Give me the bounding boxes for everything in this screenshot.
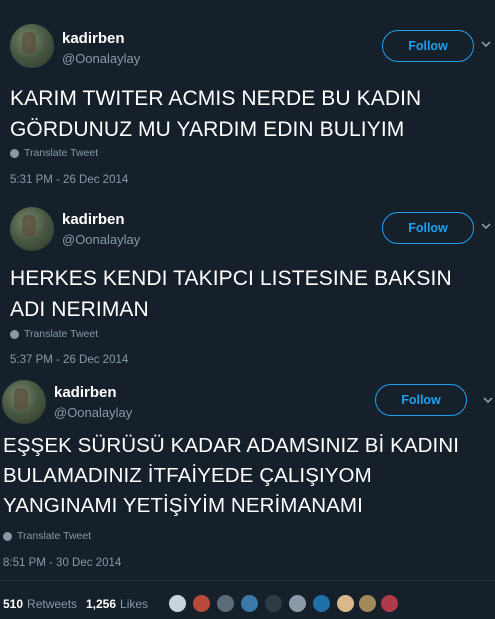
tweet-text-line: BULAMADINIZ İTFAİYEDE ÇALIŞIYOM [3, 464, 372, 487]
tweet-3: kadirben @Oonalaylay Follow EŞŞEK SÜRÜSÜ… [0, 0, 495, 580]
retweets-stat[interactable]: 510 Retweets [3, 597, 77, 611]
liker-avatar[interactable] [168, 594, 187, 613]
tweet-timestamp[interactable]: 8:51 PM - 30 Dec 2014 [3, 557, 121, 569]
avatar[interactable] [2, 380, 46, 424]
follow-button[interactable]: Follow [375, 384, 467, 416]
display-name[interactable]: kadirben [54, 384, 117, 401]
liker-avatar[interactable] [358, 594, 377, 613]
tweet-text-line: YANGINAMI YETİŞİYİM NERİMANAMI [3, 494, 363, 517]
translate-label: Translate Tweet [17, 530, 92, 542]
likes-stat[interactable]: 1,256 Likes [86, 597, 148, 611]
tweet-text: EŞŞEK SÜRÜSÜ KADAR ADAMSINIZ Bİ KADINI B… [3, 431, 459, 521]
liker-avatar[interactable] [312, 594, 331, 613]
liker-avatar[interactable] [192, 594, 211, 613]
translate-tweet-link[interactable]: Translate Tweet [3, 530, 91, 542]
user-handle[interactable]: @Oonalaylay [54, 405, 132, 420]
retweets-count: 510 [3, 597, 24, 611]
globe-icon [3, 531, 12, 541]
likes-label: Likes [120, 597, 149, 611]
retweets-label: Retweets [27, 597, 78, 611]
tweet-text-line: EŞŞEK SÜRÜSÜ KADAR ADAMSINIZ Bİ KADINI [3, 434, 460, 457]
liker-avatar[interactable] [264, 594, 283, 613]
liker-avatar[interactable] [380, 594, 399, 613]
liker-avatar[interactable] [288, 594, 307, 613]
liker-avatar[interactable] [240, 594, 259, 613]
engagement-stats: 510 Retweets 1,256 Likes [0, 580, 495, 619]
chevron-down-icon[interactable] [483, 396, 493, 406]
likes-count: 1,256 [86, 597, 117, 611]
liker-avatar[interactable] [336, 594, 355, 613]
liker-avatar[interactable] [216, 594, 235, 613]
